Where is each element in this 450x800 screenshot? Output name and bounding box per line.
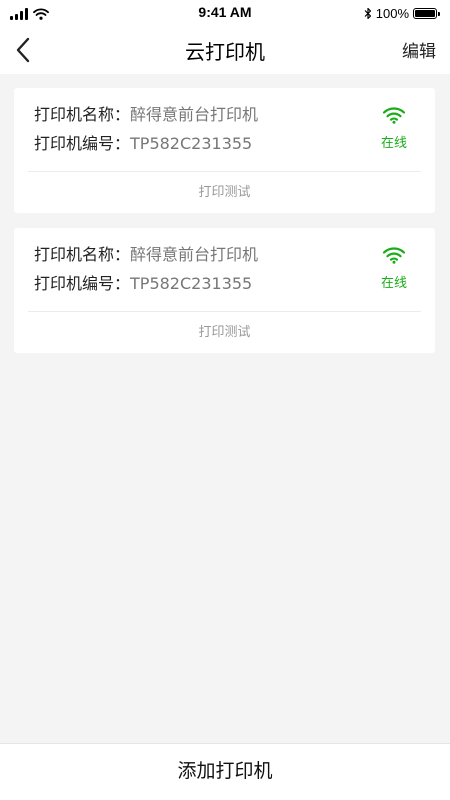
- page-title: 云打印机: [185, 40, 265, 64]
- printer-card: 打印机名称：醉得意前台打印机 打印机编号：TP582C231355 在线 打印测…: [14, 88, 435, 213]
- printer-name-row: 打印机名称：醉得意前台打印机: [34, 245, 258, 265]
- printer-code-value: TP582C231355: [130, 274, 253, 293]
- printer-name-value: 醉得意前台打印机: [130, 105, 259, 124]
- printer-name-label: 打印机名称：: [34, 105, 131, 124]
- status-right: 100%: [364, 4, 440, 22]
- status-bar: 9:41 AM 100%: [0, 0, 450, 26]
- printer-status: 在线: [377, 246, 411, 291]
- bluetooth-icon: [364, 7, 371, 19]
- wifi-icon: [382, 107, 406, 124]
- battery-icon: [413, 7, 440, 19]
- printer-code-row: 打印机编号：TP582C231355: [34, 274, 252, 294]
- printer-status: 在线: [377, 106, 411, 151]
- printer-code-value: TP582C231355: [130, 134, 253, 153]
- printer-card: 打印机名称：醉得意前台打印机 打印机编号：TP582C231355 在线 打印测…: [14, 228, 435, 353]
- printer-name-row: 打印机名称：醉得意前台打印机: [34, 105, 258, 125]
- wifi-icon: [382, 247, 406, 264]
- printer-code-label: 打印机编号：: [34, 134, 131, 153]
- edit-button[interactable]: 编辑: [402, 37, 436, 62]
- bottom-bar: 添加打印机: [0, 743, 450, 800]
- online-status-text: 在线: [380, 136, 407, 151]
- printer-code-label: 打印机编号：: [34, 274, 131, 293]
- printer-name-value: 醉得意前台打印机: [130, 245, 259, 264]
- online-status-text: 在线: [380, 276, 407, 291]
- printer-code-row: 打印机编号：TP582C231355: [34, 134, 252, 154]
- printer-name-label: 打印机名称：: [34, 245, 131, 264]
- top-header: 9:41 AM 100% 云打印机 编辑: [0, 0, 450, 74]
- add-printer-button[interactable]: 添加打印机: [0, 744, 450, 800]
- test-print-button[interactable]: 打印测试: [14, 312, 435, 353]
- nav-bar: 云打印机 编辑: [0, 26, 450, 74]
- test-print-button[interactable]: 打印测试: [14, 172, 435, 213]
- battery-percent: 100%: [375, 5, 409, 21]
